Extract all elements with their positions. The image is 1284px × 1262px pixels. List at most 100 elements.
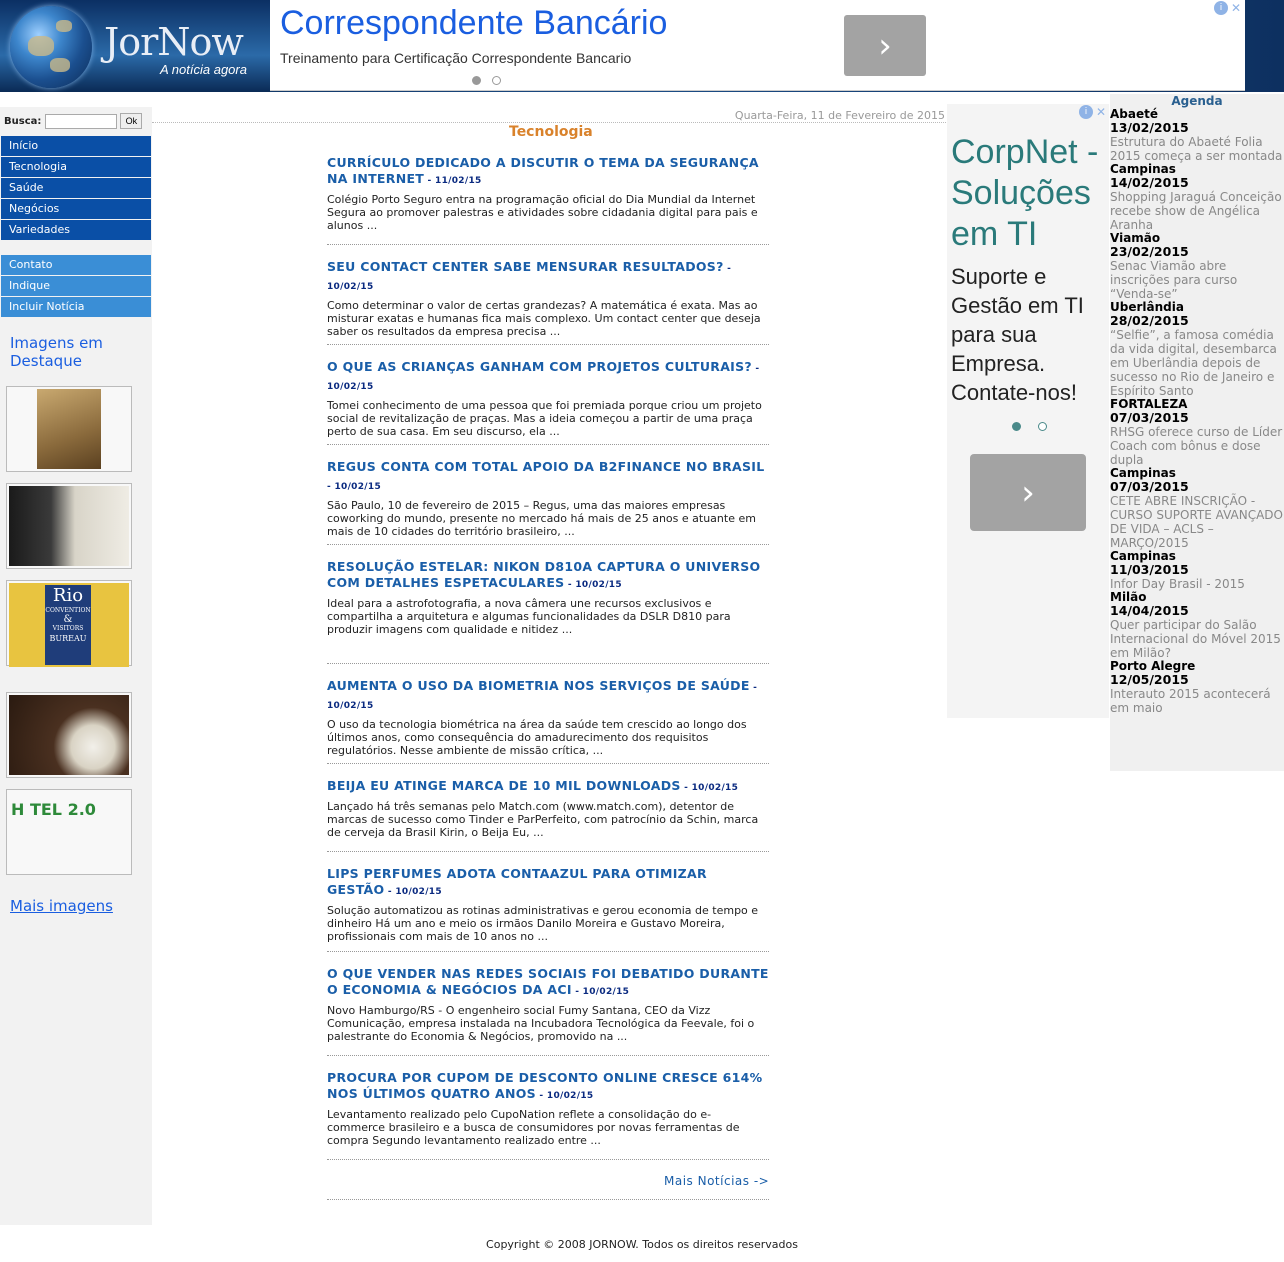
divider <box>327 663 769 664</box>
ad-close-icon[interactable]: ✕ <box>1229 1 1243 15</box>
book-cover-image <box>37 389 101 469</box>
article-date: 11/02/15 <box>435 176 482 186</box>
nav-item-tecnologia[interactable]: Tecnologia <box>1 157 151 177</box>
agenda-item[interactable]: FORTALEZA 07/03/2015 RHSG oferece curso de… <box>1110 398 1284 468</box>
agenda-date: 13/02/2015 <box>1110 120 1189 135</box>
article-date: 10/02/15 <box>575 580 622 590</box>
nav-item-negocios[interactable]: Negócios <box>1 199 151 219</box>
article-summary: Colégio Porto Seguro entra na programaçã… <box>327 193 758 232</box>
featured-image-rio-bureau[interactable]: Rio CONVENTION & VISITORS BUREAU <box>6 580 132 667</box>
speaker-photo <box>9 486 129 566</box>
article-title-link[interactable]: O QUE VENDER NAS REDES SOCIAIS FOI DEBAT… <box>327 966 769 997</box>
rio-bureau-background: Rio CONVENTION & VISITORS BUREAU <box>9 583 129 667</box>
article-title-link[interactable]: SEU CONTACT CENTER SABE MENSURAR RESULTA… <box>327 259 724 274</box>
divider <box>327 544 769 545</box>
agenda-item[interactable]: Abaeté 13/02/2015 Estrutura do Abaeté Foli… <box>1110 108 1284 164</box>
ad-info-icon[interactable]: i <box>1214 1 1228 15</box>
agenda-event-link[interactable]: “Selfie”, a famosa comédia da vida digit… <box>1110 328 1284 398</box>
article-heading: O QUE AS CRIANÇAS GANHAM COM PROJETOS CU… <box>327 359 769 395</box>
site-logo[interactable]: JorNow A notícia agora <box>0 0 270 92</box>
carousel-dot[interactable] <box>1038 422 1047 431</box>
nav-item-inicio[interactable]: Início <box>1 136 151 156</box>
article-heading: AUMENTA O USO DA BIOMETRIA NOS SERVIÇOS … <box>327 678 769 714</box>
more-images-link[interactable]: Mais imagens <box>10 897 113 915</box>
article-date: 10/02/15 <box>691 783 739 793</box>
nav-item-indique[interactable]: Indique <box>1 276 151 296</box>
article-title-link[interactable]: CURRÍCULO DEDICADO A DISCUTIR O TEMA DA … <box>327 155 759 186</box>
ad-title[interactable]: CorpNet - Soluções em TI <box>951 132 1109 255</box>
date-separator: - <box>723 264 732 274</box>
more-news-link[interactable]: Mais Notícias -> <box>664 1174 769 1188</box>
article-item: RESOLUÇÃO ESTELAR: NIKON D810A CAPTURA O… <box>327 559 769 664</box>
article-date: 10/02/15 <box>327 282 374 292</box>
agenda-event-link[interactable]: Estrutura do Abaeté Folia 2015 começa a … <box>1110 135 1284 163</box>
chevron-right-icon: › <box>878 25 892 66</box>
nav-item-contato[interactable]: Contato <box>1 255 151 275</box>
carousel-dot-active[interactable] <box>1012 422 1021 431</box>
agenda-date: 23/02/2015 <box>1110 244 1189 259</box>
agenda-item[interactable]: Campinas 14/02/2015 Shopping Jaraguá Conce… <box>1110 163 1284 233</box>
logo-tagline: A notícia agora <box>160 62 247 77</box>
ad-close-icon[interactable]: ✕ <box>1094 105 1108 119</box>
divider <box>327 951 769 952</box>
divider <box>327 444 769 445</box>
ad-arrow-button[interactable]: › <box>844 15 926 76</box>
agenda-item[interactable]: Porto Alegre 12/05/2015 Interauto 2015 aco… <box>1110 660 1284 716</box>
article-title-link[interactable]: O QUE AS CRIANÇAS GANHAM COM PROJETOS CU… <box>327 359 752 374</box>
article-date: 10/02/15 <box>582 987 630 997</box>
agenda-event-link[interactable]: Senac Viamão abre inscrições para curso … <box>1110 259 1284 301</box>
left-sidebar: Busca: Ok Início Tecnologia Saúde Negóci… <box>0 107 152 1225</box>
agenda-event-link[interactable]: Interauto 2015 acontecerá em maio <box>1110 687 1284 715</box>
ad-info-icon[interactable]: i <box>1079 105 1093 119</box>
date-separator: - <box>384 887 396 897</box>
ad-text: Suporte e Gestão em TI para sua Empresa.… <box>951 264 1084 405</box>
rio-bureau-text: BUREAU <box>49 634 87 643</box>
article-date: 10/02/15 <box>327 701 374 711</box>
agenda-event-link[interactable]: Quer participar do Salão Internacional d… <box>1110 618 1284 660</box>
agenda-title: Agenda <box>1171 94 1223 108</box>
article-item: BEIJA EU ATINGE MARCA DE 10 MIL DOWNLOAD… <box>327 778 769 852</box>
date-separator: - <box>751 364 760 374</box>
top-banner-ad[interactable]: Correspondente Bancário Treinamento para… <box>270 0 1245 91</box>
search-button[interactable]: Ok <box>120 113 143 129</box>
article-heading: CURRÍCULO DEDICADO A DISCUTIR O TEMA DA … <box>327 155 769 189</box>
article-title-link[interactable]: RESOLUÇÃO ESTELAR: NIKON D810A CAPTURA O… <box>327 559 760 590</box>
agenda-item[interactable]: Viamão 23/02/2015 Senac Viamão abre inscri… <box>1110 232 1284 302</box>
nav-item-variedades[interactable]: Variedades <box>1 220 151 240</box>
divider <box>327 763 769 764</box>
agenda-event-link[interactable]: Shopping Jaraguá Conceição recebe show d… <box>1110 190 1284 232</box>
date-separator: - <box>749 683 758 693</box>
side-banner-ad[interactable]: i ✕ CorpNet - Soluções em TI Suporte e G… <box>947 104 1109 718</box>
article-item: O QUE AS CRIANÇAS GANHAM COM PROJETOS CU… <box>327 359 769 445</box>
carousel-dot[interactable] <box>492 76 501 85</box>
article-date: 10/02/15 <box>327 382 374 392</box>
article-heading: BEIJA EU ATINGE MARCA DE 10 MIL DOWNLOAD… <box>327 778 769 796</box>
article-title-link[interactable]: BEIJA EU ATINGE MARCA DE 10 MIL DOWNLOAD… <box>327 778 681 793</box>
rio-text: Rio <box>52 585 84 606</box>
article-summary: Novo Hamburgo/RS - O engenheiro social F… <box>327 1004 755 1043</box>
article-summary: Ideal para a astrofotografia, a nova câm… <box>327 597 731 636</box>
agenda-item[interactable]: Milão 14/04/2015 Quer participar do Salão … <box>1110 591 1284 661</box>
nav-item-incluir-noticia[interactable]: Incluir Notícia <box>1 297 151 317</box>
article-title-link[interactable]: REGUS CONTA COM TOTAL APOIO DA B2FINANCE… <box>327 459 765 474</box>
ad-title[interactable]: Correspondente Bancário <box>280 4 667 43</box>
featured-image-food[interactable] <box>6 692 132 778</box>
article-title-link[interactable]: AUMENTA O USO DA BIOMETRIA NOS SERVIÇOS … <box>327 678 750 693</box>
agenda-item[interactable]: Campinas 11/03/2015 Infor Day Brasil - 201… <box>1110 550 1284 592</box>
divider <box>327 1055 769 1056</box>
featured-image-hotel[interactable]: H TEL 2.0 <box>6 789 132 875</box>
agenda-event-link[interactable]: CETE ABRE INSCRIÇÃO - CURSO SUPORTE AVAN… <box>1110 494 1284 550</box>
carousel-dot-active[interactable] <box>472 76 481 85</box>
agenda-event-link[interactable]: RHSG oferece curso de Líder Coach com bô… <box>1110 425 1284 467</box>
featured-image-speaker[interactable] <box>6 483 132 569</box>
agenda-item[interactable]: Uberlândia 28/02/2015 “Selfie”, a famosa c… <box>1110 301 1284 399</box>
article-date: 10/02/15 <box>334 482 382 492</box>
article-heading: PROCURA POR CUPOM DE DESCONTO ONLINE CRE… <box>327 1070 769 1104</box>
featured-image-book[interactable] <box>6 386 132 472</box>
article-heading: REGUS CONTA COM TOTAL APOIO DA B2FINANCE… <box>327 459 769 495</box>
nav-item-saude[interactable]: Saúde <box>1 178 151 198</box>
agenda-event-link[interactable]: Infor Day Brasil - 2015 <box>1110 577 1284 591</box>
ad-arrow-button[interactable]: › <box>970 454 1086 531</box>
search-input[interactable] <box>45 113 118 129</box>
agenda-item[interactable]: Campinas 07/03/2015 CETE ABRE INSCRIÇÃO - … <box>1110 467 1284 551</box>
